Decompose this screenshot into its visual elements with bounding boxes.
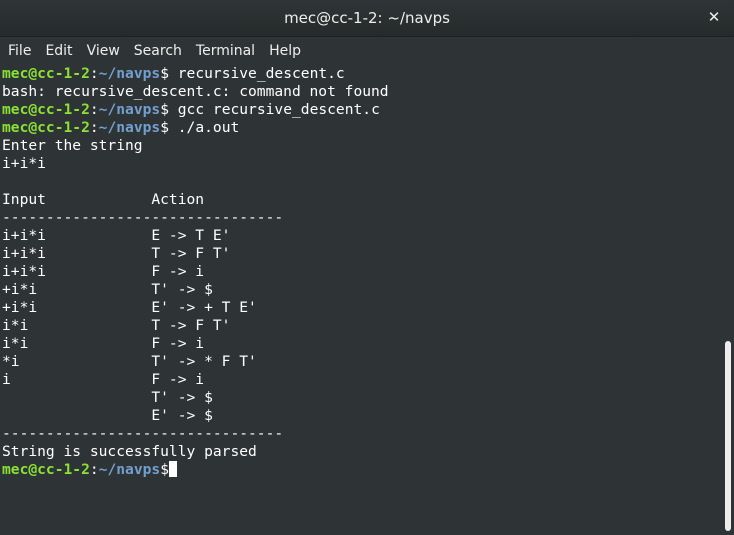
terminal-line: i+i*i T -> F T' [2,245,231,262]
terminal-line: +i*i E' -> + T E' [2,299,257,316]
menu-file[interactable]: File [0,37,38,65]
menu-bar: File Edit View Search Terminal Help [0,37,734,65]
terminal-line: mec@cc-1-2:~/navps$ recursive_descent.c [0,65,722,83]
text-cursor [168,461,177,477]
prompt-separator: : [89,101,99,118]
terminal-line: mec@cc-1-2:~/navps$ gcc recursive_descen… [0,101,722,119]
prompt-path: ~/navps [98,119,161,136]
prompt-symbol: $ [160,65,169,82]
prompt-symbol: $ [160,461,169,478]
command-text: ./a.out [168,119,240,136]
terminal-line: bash: recursive_descent.c: command not f… [2,83,389,100]
terminal-line: i+i*i F -> i [2,263,205,280]
terminal-line: Enter the string [2,137,143,154]
prompt-user: mec@cc-1-2 [2,101,90,118]
prompt-user: mec@cc-1-2 [2,461,90,478]
terminal-line: i+i*i [2,155,46,172]
prompt-symbol: $ [160,119,169,136]
prompt-path: ~/navps [98,461,161,478]
terminal-line: mec@cc-1-2:~/navps$ ./a.out [0,119,722,137]
terminal-line: *i T' -> * F T' [2,353,257,370]
prompt-path: ~/navps [98,65,161,82]
terminal-line: E' -> $ [2,407,213,424]
prompt-path: ~/navps [98,101,161,118]
terminal-line: -------------------------------- [2,425,284,442]
command-text: recursive_descent.c [168,65,345,82]
command-text: gcc recursive_descent.c [168,101,380,118]
prompt-symbol: $ [160,101,169,118]
terminal-line: T' -> $ [2,389,213,406]
terminal-line: i+i*i E -> T E' [2,227,231,244]
terminal-window: mec@cc-1-2: ~/navps ✕ File Edit View Sea… [0,0,734,535]
terminal-line: String is successfully parsed [2,443,257,460]
prompt-separator: : [89,65,99,82]
terminal-line: -------------------------------- [2,209,284,226]
terminal-output[interactable]: mec@cc-1-2:~/navps$ recursive_descent.c b… [0,65,722,535]
title-bar[interactable]: mec@cc-1-2: ~/navps ✕ [0,0,734,37]
menu-search[interactable]: Search [127,37,189,65]
prompt-separator: : [89,119,99,136]
scrollbar[interactable] [722,65,734,535]
terminal-line: Input Action [2,191,205,208]
prompt-user: mec@cc-1-2 [2,65,90,82]
window-title: mec@cc-1-2: ~/navps [284,9,450,27]
terminal-line: +i*i T' -> $ [2,281,213,298]
prompt-user: mec@cc-1-2 [2,119,90,136]
terminal-line: i*i T -> F T' [2,317,231,334]
terminal-line: i*i F -> i [2,335,205,352]
terminal-line: mec@cc-1-2:~/navps$ [0,461,722,479]
scrollbar-thumb[interactable] [725,341,731,531]
prompt-separator: : [89,461,99,478]
terminal-line: i F -> i [2,371,205,388]
menu-edit[interactable]: Edit [38,37,79,65]
menu-help[interactable]: Help [262,37,308,65]
close-icon[interactable]: ✕ [706,9,722,25]
menu-terminal[interactable]: Terminal [189,37,262,65]
menu-view[interactable]: View [80,37,127,65]
